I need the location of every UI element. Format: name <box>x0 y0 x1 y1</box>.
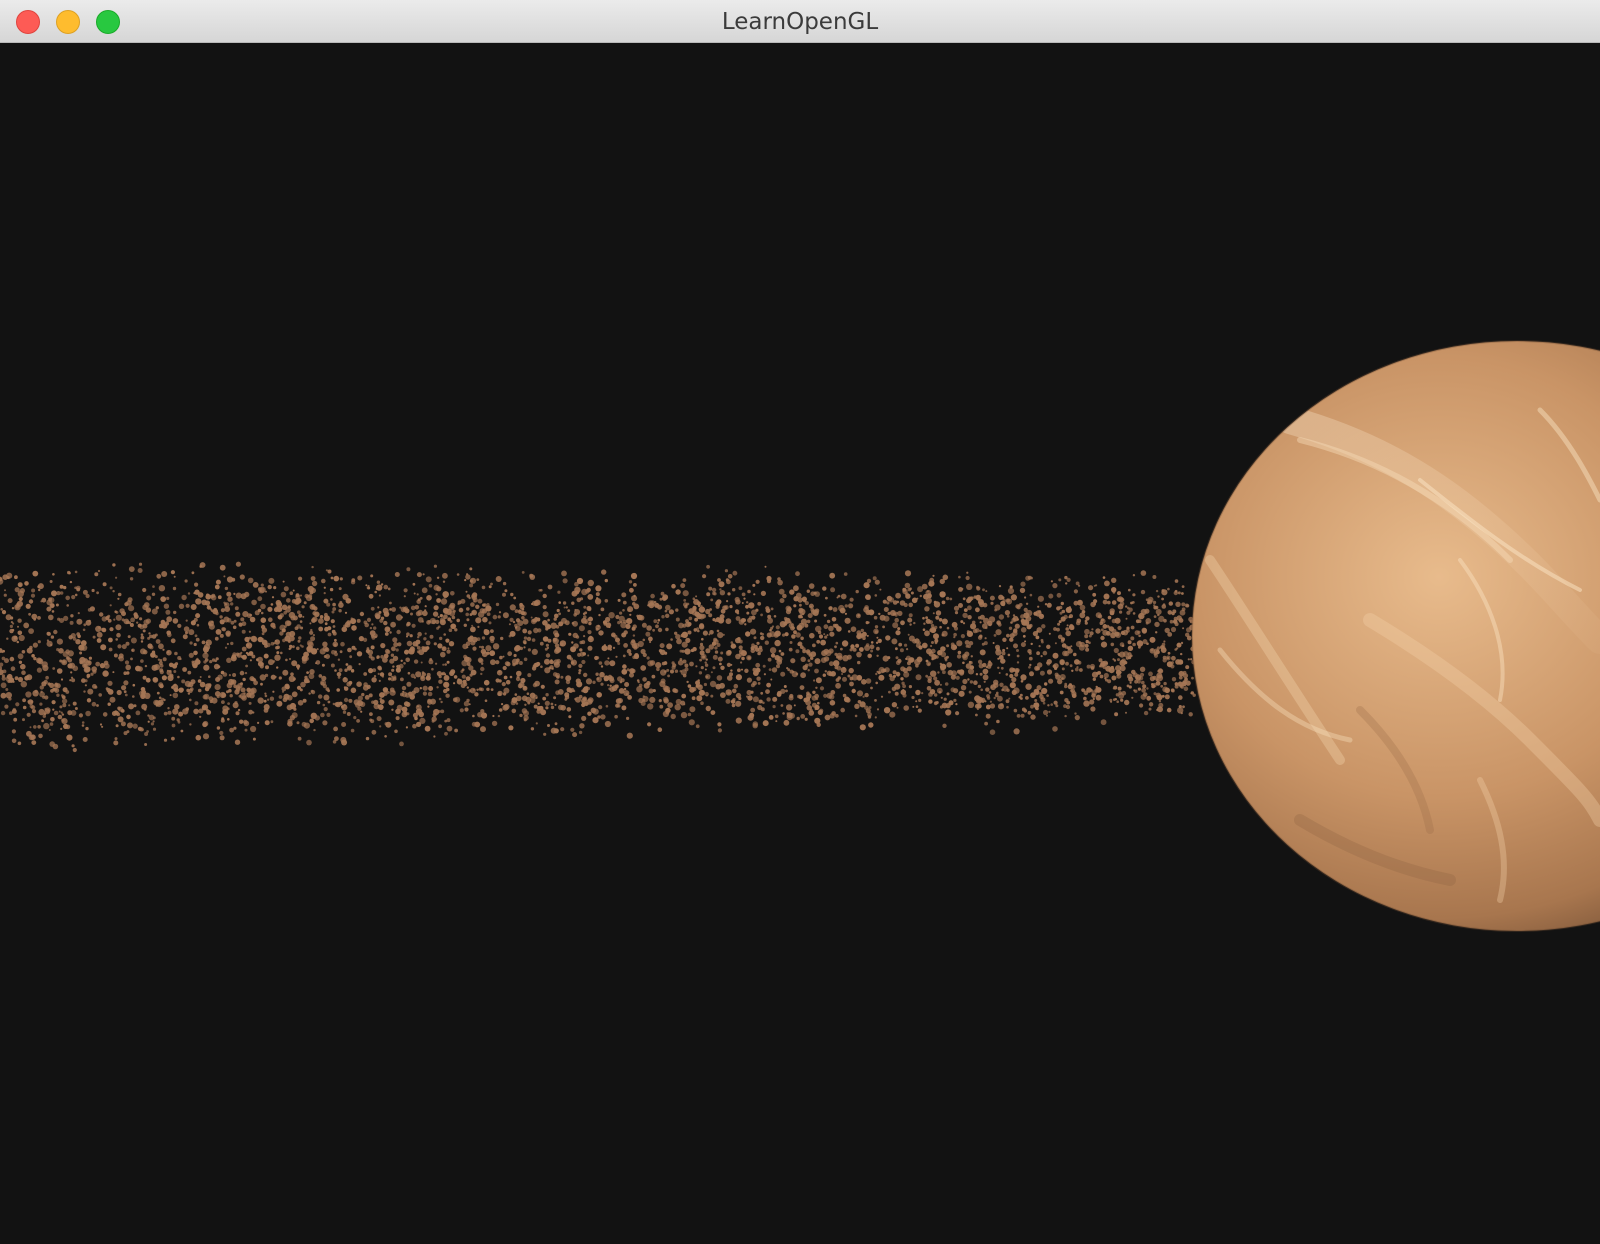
planet <box>1191 340 1600 932</box>
title-bar[interactable]: LearnOpenGL <box>0 0 1600 43</box>
minimize-button[interactable] <box>56 10 80 34</box>
zoom-button[interactable] <box>96 10 120 34</box>
window-title: LearnOpenGL <box>721 9 879 35</box>
app-window: LearnOpenGL <box>0 0 1600 1244</box>
close-button[interactable] <box>16 10 40 34</box>
opengl-viewport[interactable] <box>0 43 1600 1244</box>
scene-canvas <box>0 340 1600 932</box>
asteroid-belt <box>0 561 1198 753</box>
